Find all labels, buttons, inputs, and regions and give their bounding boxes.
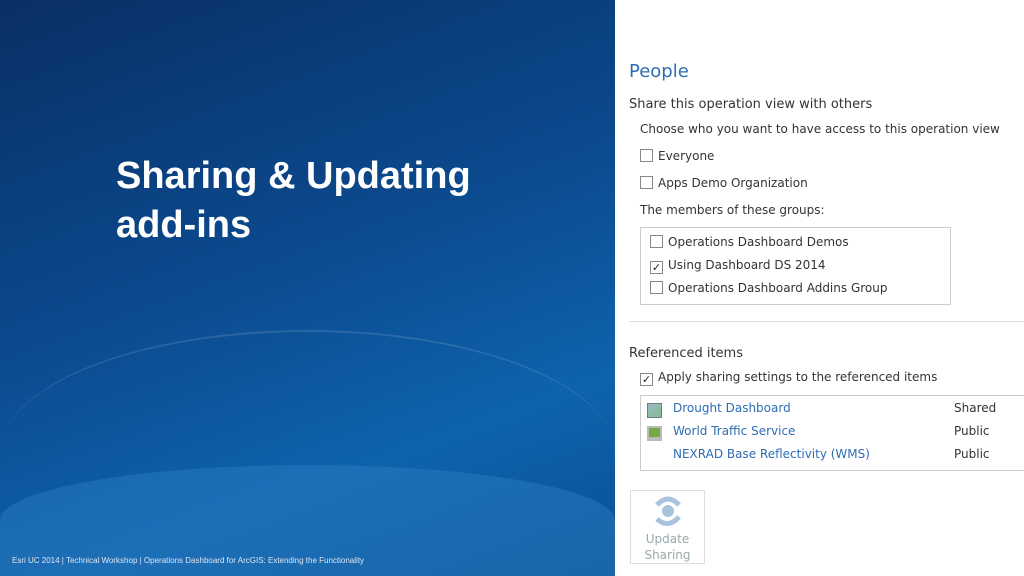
group-item[interactable]: ✓ Using Dashboard DS 2014 xyxy=(650,258,826,274)
slide-title: Sharing & Updating add-ins xyxy=(116,152,471,250)
groups-label: The members of these groups: xyxy=(640,203,825,217)
group-label: Operations Dashboard Demos xyxy=(668,235,849,249)
item-status: Shared xyxy=(954,401,997,415)
title-line: Sharing & Updating xyxy=(116,155,471,197)
item-status: Public xyxy=(954,447,990,461)
title-slide-panel: Sharing & Updating add-ins Esri UC 2014 |… xyxy=(0,0,615,576)
option-label: Apply sharing settings to the referenced… xyxy=(658,370,938,384)
sharing-panel: People Share this operation view with ot… xyxy=(615,0,1024,576)
group-item[interactable]: Operations Dashboard Demos xyxy=(650,235,849,249)
divider xyxy=(629,321,1024,322)
apply-sharing-option[interactable]: ✓ Apply sharing settings to the reference… xyxy=(640,370,937,386)
item-link[interactable]: World Traffic Service xyxy=(673,424,795,438)
option-everyone[interactable]: Everyone xyxy=(640,149,714,163)
share-subheading: Share this operation view with others xyxy=(629,97,873,112)
title-line: add-ins xyxy=(116,204,252,246)
sync-icon xyxy=(654,496,681,526)
referenced-heading: Referenced items xyxy=(629,346,743,361)
access-prompt: Choose who you want to have access to th… xyxy=(640,122,1000,136)
checkbox[interactable] xyxy=(640,149,653,162)
slide-footer: Esri UC 2014 | Technical Workshop | Oper… xyxy=(12,556,365,565)
item-link[interactable]: NEXRAD Base Reflectivity (WMS) xyxy=(673,447,870,461)
dashboard-icon xyxy=(647,400,662,419)
checkbox-checked[interactable]: ✓ xyxy=(650,261,663,274)
option-organization[interactable]: Apps Demo Organization xyxy=(640,176,808,190)
people-heading: People xyxy=(629,61,689,82)
item-link[interactable]: Drought Dashboard xyxy=(673,401,791,415)
group-item[interactable]: Operations Dashboard Addins Group xyxy=(650,281,887,295)
option-label: Everyone xyxy=(658,149,715,163)
checkbox[interactable] xyxy=(640,176,653,189)
map-service-icon xyxy=(647,423,662,442)
group-label: Using Dashboard DS 2014 xyxy=(668,258,826,272)
group-label: Operations Dashboard Addins Group xyxy=(668,281,888,295)
item-status: Public xyxy=(954,424,990,438)
button-label: Sharing xyxy=(644,548,691,562)
update-sharing-button[interactable]: Update Sharing xyxy=(630,490,705,564)
checkbox-checked[interactable]: ✓ xyxy=(640,373,653,386)
button-label: Update xyxy=(645,532,690,546)
checkbox[interactable] xyxy=(650,281,663,294)
option-label: Apps Demo Organization xyxy=(658,176,808,190)
checkbox[interactable] xyxy=(650,235,663,248)
